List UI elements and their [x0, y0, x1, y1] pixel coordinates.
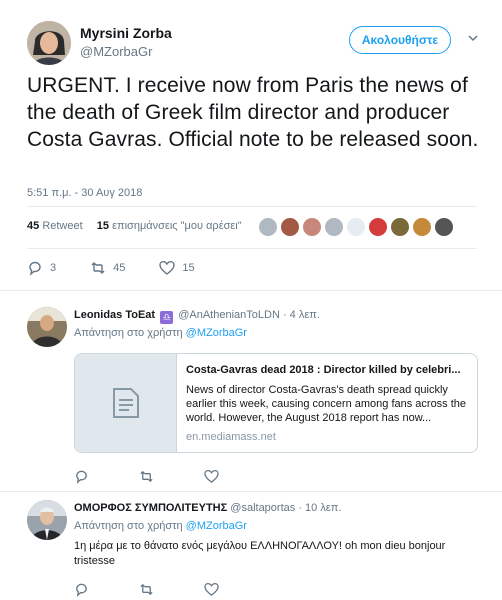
liker-avatar[interactable] [258, 217, 278, 237]
reply-author-handle[interactable]: @saltaportas [230, 502, 295, 514]
reply-text: 1η μέρα με το θάνατο ενός μεγάλου ΕΛΛΗΝΟ… [74, 540, 446, 567]
retweet-action-count: 45 [113, 262, 126, 274]
likers-avatars[interactable] [258, 217, 454, 237]
retweet-icon[interactable] [139, 582, 154, 597]
badge-icon: ♎ [160, 311, 174, 324]
reply-count: 3 [50, 262, 57, 274]
card-body: Costa-Gavras dead 2018 : Director killed… [177, 354, 477, 452]
reply-actions [74, 469, 219, 484]
reply-author-name[interactable]: Leonidas ToEat [74, 309, 155, 321]
document-icon [112, 388, 139, 418]
reply-icon [29, 261, 41, 276]
retweet-label[interactable]: Retweet [42, 220, 82, 232]
reply-to-handle[interactable]: @MZorbaGr [186, 327, 247, 339]
liker-avatar[interactable] [368, 217, 388, 237]
tweet-timestamp[interactable]: 5:51 π.μ. - 30 Αυγ 2018 [27, 187, 142, 199]
reply-to-label: Απάντηση στο χρήστη [74, 520, 183, 532]
reply-to-label: Απάντηση στο χρήστη [74, 327, 183, 339]
like-action-count: 15 [182, 262, 195, 274]
liker-avatar[interactable] [434, 217, 454, 237]
liker-avatar[interactable] [346, 217, 366, 237]
likes-label[interactable]: επισημάνσεις "μου αρέσει" [112, 220, 242, 232]
link-card[interactable]: Costa-Gavras dead 2018 : Director killed… [74, 353, 478, 453]
heart-icon [159, 260, 176, 275]
reply-time[interactable]: · 10 λεπ. [298, 502, 341, 514]
liker-avatar[interactable] [412, 217, 432, 237]
divider [27, 248, 477, 249]
reply-to-handle[interactable]: @MZorbaGr [186, 520, 247, 532]
author-info: Myrsini Zorba @MZorbaGr [80, 24, 172, 61]
card-thumbnail [75, 354, 177, 452]
retweet-action[interactable]: 45 [90, 260, 125, 276]
reply-to-line: Απάντηση στο χρήστη @MZorbaGr [74, 327, 247, 339]
reply-action[interactable]: 3 [27, 260, 56, 276]
reply-author-name[interactable]: ΟΜΟΡΦΟΣ ΣΥΜΠΟΛΙΤΕΥΤΗΣ [74, 502, 227, 514]
reply-avatar[interactable] [27, 500, 67, 540]
reply-header: ΟΜΟΡΦΟΣ ΣΥΜΠΟΛΙΤΕΥΤΗΣ @saltaportas · 10 … [74, 502, 341, 514]
like-action[interactable]: 15 [159, 260, 195, 276]
main-tweet: Myrsini Zorba @MZorbaGr Ακολουθήστε URGE… [0, 0, 502, 290]
card-title: Costa-Gavras dead 2018 : Director killed… [186, 364, 461, 376]
follow-button[interactable]: Ακολουθήστε [349, 26, 451, 54]
author-handle[interactable]: @MZorbaGr [80, 43, 172, 61]
liker-avatar[interactable] [390, 217, 410, 237]
author-name[interactable]: Myrsini Zorba [80, 24, 172, 42]
reply-header: Leonidas ToEat ♎ @AnAthenianToLDN · 4 λε… [74, 309, 320, 324]
likes-count[interactable]: 15 [97, 220, 109, 232]
separator [0, 491, 502, 492]
liker-avatar[interactable] [302, 217, 322, 237]
separator [0, 290, 502, 291]
reply-time[interactable]: · 4 λεπ. [283, 309, 320, 321]
retweet-icon[interactable] [139, 469, 154, 484]
tweet-stats: 45 Retweet 15 επισημάνσεις "μου αρέσει" [27, 220, 242, 232]
chevron-down-icon[interactable] [467, 32, 479, 44]
divider [27, 206, 477, 207]
heart-icon[interactable] [204, 582, 219, 597]
retweet-icon [91, 262, 105, 274]
reply-actions [74, 582, 219, 597]
reply-icon[interactable] [74, 582, 89, 597]
heart-icon[interactable] [204, 469, 219, 484]
reply-to-line: Απάντηση στο χρήστη @MZorbaGr [74, 520, 247, 532]
tweet-actions: 3 45 15 [27, 260, 217, 276]
card-url: en.mediamass.net [186, 431, 276, 443]
reply-author-handle[interactable]: @AnAthenianToLDN [178, 309, 280, 321]
reply-icon[interactable] [74, 469, 89, 484]
card-description: News of director Costa-Gavras's death sp… [186, 384, 467, 424]
tweet-text: URGENT. I receive now from Paris the new… [27, 74, 479, 151]
retweet-count[interactable]: 45 [27, 220, 39, 232]
reply-avatar[interactable] [27, 307, 67, 347]
liker-avatar[interactable] [280, 217, 300, 237]
liker-avatar[interactable] [324, 217, 344, 237]
author-avatar[interactable] [27, 21, 71, 65]
